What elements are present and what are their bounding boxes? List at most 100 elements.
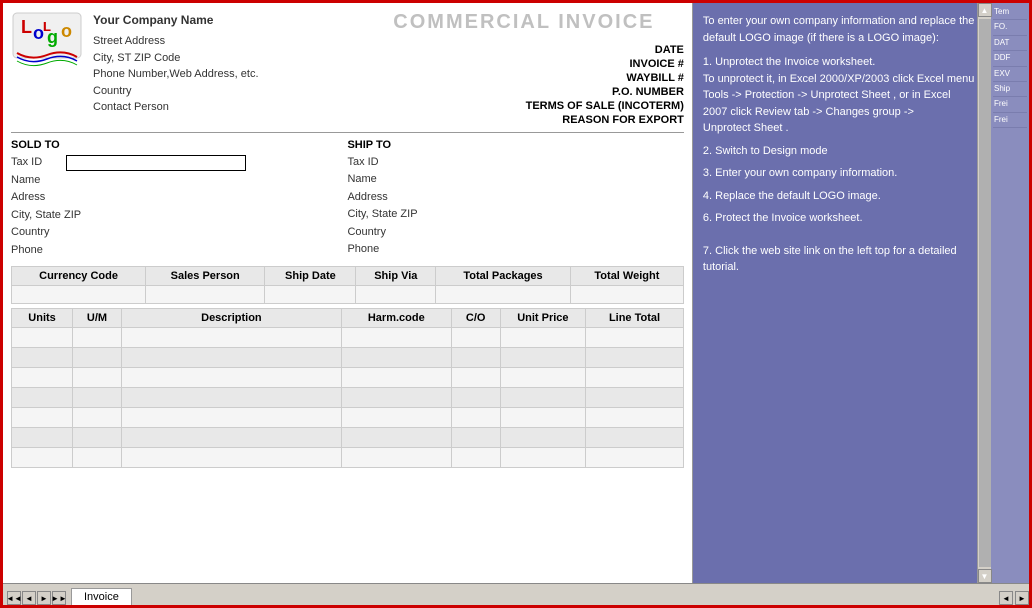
- company-name: Your Company Name: [93, 11, 364, 29]
- po-row: P.O. NUMBER: [364, 86, 684, 98]
- ship-country-row: Country: [347, 225, 683, 240]
- table-section: Currency Code Sales Person Ship Date Shi…: [3, 266, 692, 583]
- items-cell: [500, 327, 586, 347]
- items-cell: [121, 447, 341, 467]
- items-cell: [341, 447, 451, 467]
- items-cell: [73, 427, 122, 447]
- scroll-thumb: [979, 19, 991, 567]
- step2-text: 2. Switch to: [703, 145, 760, 157]
- sold-name-row: Name: [11, 173, 347, 188]
- items-cell: [586, 347, 684, 367]
- items-cell: [341, 347, 451, 367]
- col-units: Units: [12, 308, 73, 327]
- items-cell: [73, 407, 122, 427]
- scroll-left-btn[interactable]: ◄: [999, 591, 1013, 605]
- items-cell: [341, 427, 451, 447]
- logo-box: L L L o g o: [11, 11, 83, 71]
- waybill-row: WAYBILL #: [364, 72, 684, 84]
- step6-bold: Invoice: [771, 212, 806, 224]
- far-right-item-2: DAT: [993, 36, 1027, 51]
- items-cell: [73, 347, 122, 367]
- step1-bold3: Changes: [826, 106, 870, 118]
- sold-city-row: City, State ZIP: [11, 208, 347, 223]
- items-cell: [12, 407, 73, 427]
- tab-last-btn[interactable]: ►►: [52, 591, 66, 605]
- ship-city-label: City, State ZIP: [347, 207, 417, 222]
- svg-text:o: o: [61, 21, 72, 41]
- items-cell: [121, 367, 341, 387]
- far-right-item-5: Ship: [993, 82, 1027, 97]
- step1-tab: tab ->: [794, 106, 822, 118]
- sold-to-section: SOLD TO Tax ID Name Adress City, State Z…: [11, 139, 347, 260]
- step1-bold2: Review: [755, 106, 791, 118]
- step1-period: .: [785, 122, 788, 134]
- step4-text: 4. Replace the default LOGO image.: [703, 190, 881, 202]
- items-row: [12, 407, 684, 427]
- items-cell: [500, 447, 586, 467]
- items-cell: [451, 387, 500, 407]
- sidebar-content: To enter your own company information an…: [703, 13, 977, 282]
- items-cell: [121, 347, 341, 367]
- date-label: DATE: [655, 44, 684, 56]
- terms-label: TERMS OF SALE (INCOTERM): [526, 100, 684, 112]
- items-cell: [73, 327, 122, 347]
- invoice-header: L L L o g o Your Company N: [3, 3, 692, 132]
- items-cell: [121, 327, 341, 347]
- shipping-table-header-row: Currency Code Sales Person Ship Date Shi…: [12, 266, 684, 285]
- step1-bold4: Unprotect Sheet: [703, 122, 783, 134]
- shipping-table: Currency Code Sales Person Ship Date Shi…: [11, 266, 684, 304]
- invoice-tab[interactable]: Invoice: [71, 588, 132, 605]
- address-line4: Country: [93, 83, 364, 100]
- sold-phone-label: Phone: [11, 243, 66, 258]
- items-cell: [341, 367, 451, 387]
- items-cell: [500, 387, 586, 407]
- col-description: Description: [121, 308, 341, 327]
- scroll-down-btn[interactable]: ▼: [978, 569, 992, 583]
- po-label: P.O. NUMBER: [612, 86, 684, 98]
- items-cell: [341, 327, 451, 347]
- step3: 3. Enter your own company information.: [703, 165, 977, 182]
- items-row: [12, 327, 684, 347]
- company-info: Your Company Name Street Address City, S…: [93, 11, 364, 116]
- items-cell: [451, 347, 500, 367]
- scroll-right-btn[interactable]: ►: [1015, 591, 1029, 605]
- invoice-label: INVOICE #: [629, 58, 683, 70]
- invoice-title-area: COMMERCIAL INVOICE DATE INVOICE # WAYBIL…: [364, 11, 684, 128]
- col-um: U/M: [73, 308, 122, 327]
- main-area: L L L o g o Your Company N: [3, 3, 1029, 583]
- ship-address-label: Address: [347, 190, 402, 205]
- tab-next-btn[interactable]: ►: [37, 591, 51, 605]
- items-cell: [12, 347, 73, 367]
- scroll-up-btn[interactable]: ▲: [978, 3, 992, 17]
- items-cell: [586, 407, 684, 427]
- step1-bold1: Unprotect Sheet: [811, 89, 891, 101]
- items-cell: [12, 367, 73, 387]
- items-cell: [500, 367, 586, 387]
- sold-country-row: Country: [11, 225, 347, 240]
- step7: 7. Click the web site link on the left t…: [703, 243, 977, 276]
- tab-first-btn[interactable]: ◄◄: [7, 591, 21, 605]
- reason-label: REASON FOR EXPORT: [562, 114, 684, 126]
- address-section: SOLD TO Tax ID Name Adress City, State Z…: [3, 133, 692, 266]
- far-right-item-4: EXV: [993, 67, 1027, 82]
- sidebar-intro: To enter your own company information an…: [703, 13, 977, 46]
- cell-total-packages: [436, 285, 571, 303]
- items-cell: [451, 327, 500, 347]
- tab-prev-btn[interactable]: ◄: [22, 591, 36, 605]
- far-right-item-1: FO.: [993, 20, 1027, 35]
- terms-row: TERMS OF SALE (INCOTERM): [364, 100, 684, 112]
- items-cell: [12, 427, 73, 447]
- ship-city-row: City, State ZIP: [347, 207, 683, 222]
- items-cell: [12, 447, 73, 467]
- ship-name-label: Name: [347, 172, 402, 187]
- sold-name-label: Name: [11, 173, 66, 188]
- items-row: [12, 347, 684, 367]
- tab-nav-group: ◄◄ ◄ ► ►►: [7, 591, 67, 605]
- svg-text:L: L: [21, 17, 32, 37]
- items-table: Units U/M Description Harm.code C/O Unit…: [11, 308, 684, 468]
- ship-name-row: Name: [347, 172, 683, 187]
- items-cell: [451, 447, 500, 467]
- items-row: [12, 447, 684, 467]
- cell-ship-via: [356, 285, 436, 303]
- tax-id-input[interactable]: [66, 155, 246, 171]
